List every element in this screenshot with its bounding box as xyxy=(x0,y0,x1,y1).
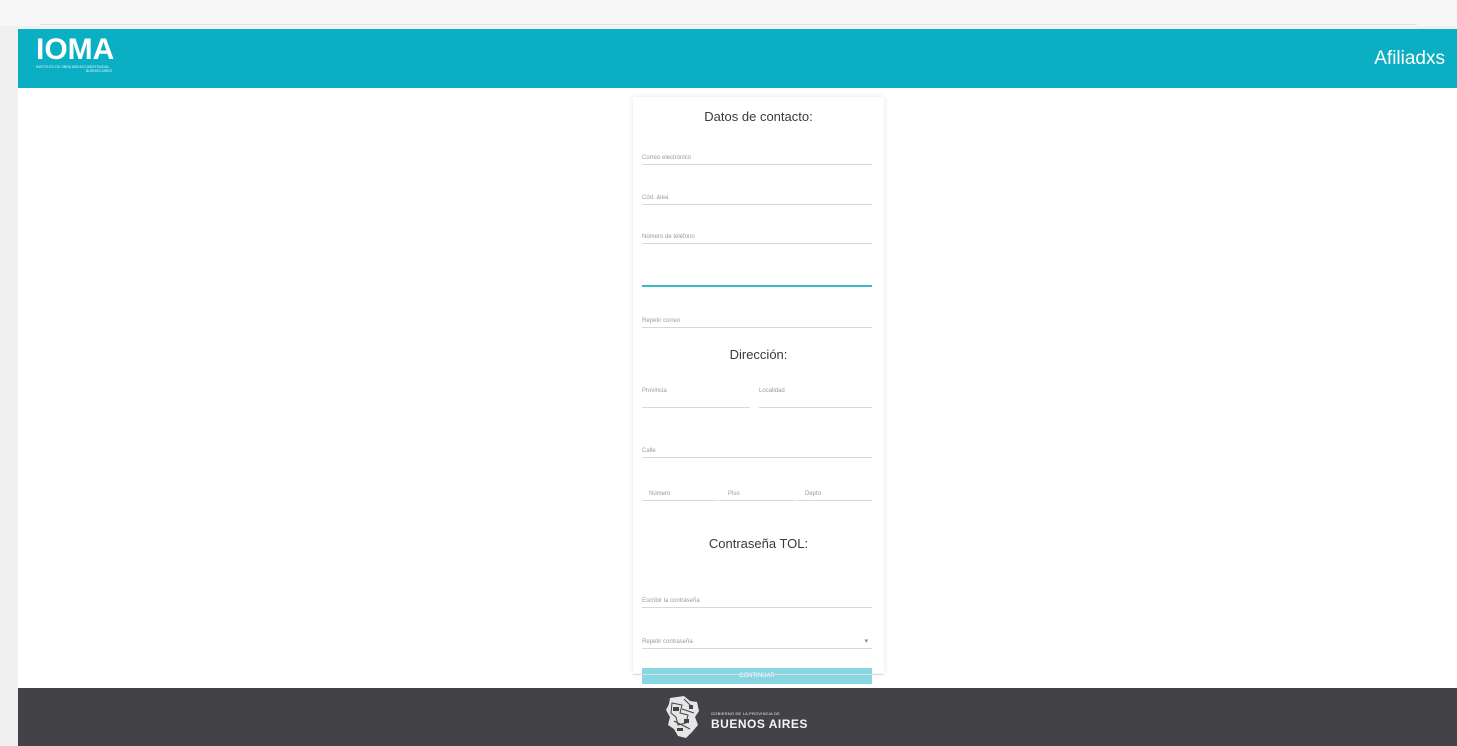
repeat-email-field-underline xyxy=(642,327,872,328)
password-section-title: Contraseña TOL: xyxy=(708,536,809,551)
province-select[interactable]: Provincia xyxy=(642,388,750,408)
locality-select[interactable]: Localidad xyxy=(759,388,872,408)
street-field-underline xyxy=(642,457,872,458)
header-bar: IOMA INSTITUTO DE OBRA MEDICO ASISTENCIA… xyxy=(18,29,1457,88)
floor-field-label: Piso xyxy=(728,491,740,497)
province-select-label: Provincia xyxy=(642,388,667,394)
floor-field-underline xyxy=(719,500,795,501)
password-field-underline xyxy=(642,607,872,608)
email-field-label: Correo electrónico xyxy=(642,155,692,161)
phone-number-field-underline xyxy=(642,243,872,244)
email-field[interactable]: Correo electrónico xyxy=(642,145,872,165)
street-field-label: Calle xyxy=(642,448,656,454)
repeat-email-field[interactable]: Repetir correo xyxy=(642,308,872,328)
browser-top-strip xyxy=(0,0,1457,26)
locality-select-underline xyxy=(759,407,872,408)
password-field-label: Escribir la contraseña xyxy=(642,598,700,604)
apartment-field-label: Depto xyxy=(805,491,822,497)
password-field[interactable]: Escribir la contraseña xyxy=(642,588,872,608)
focused-input-field[interactable] xyxy=(642,267,872,287)
floor-field[interactable]: Piso xyxy=(719,481,795,501)
repeat-password-field-underline xyxy=(642,648,872,649)
chevron-down-icon[interactable]: ▾ xyxy=(864,637,868,645)
street-number-field-underline xyxy=(642,500,718,501)
province-map-icon xyxy=(666,696,699,738)
street-number-field-label: Número xyxy=(649,491,671,497)
phone-number-field[interactable]: Número de teléfono xyxy=(642,224,872,244)
logo-subtitle-region: BUENOS AIRES xyxy=(85,69,112,73)
area-code-field[interactable]: Cód. área xyxy=(642,185,872,205)
address-section-title: Dirección: xyxy=(729,347,788,362)
email-field-underline xyxy=(642,164,872,165)
logo-wordmark: IOMA xyxy=(36,33,115,66)
apartment-field[interactable]: Depto xyxy=(796,481,872,501)
locality-select-label: Localidad xyxy=(759,388,785,394)
street-field[interactable]: Calle xyxy=(642,438,872,458)
repeat-email-field-label: Repetir correo xyxy=(642,318,681,324)
page: IOMA INSTITUTO DE OBRA MEDICO ASISTENCIA… xyxy=(18,29,1457,746)
apartment-field-underline xyxy=(796,500,872,501)
area-code-field-underline xyxy=(642,204,872,205)
footer-bar: GOBIERNO DE LA PROVINCIA DE BUENOS AIRES xyxy=(18,688,1457,746)
phone-number-field-label: Número de teléfono xyxy=(642,234,695,240)
header-title: Afiliadxs xyxy=(1374,48,1445,69)
province-select-underline xyxy=(642,407,750,408)
footer-province-name: BUENOS AIRES xyxy=(711,717,808,731)
registration-form: Datos de contacto: Correo electrónico Có… xyxy=(633,97,884,684)
focused-input-underline xyxy=(642,285,872,287)
repeat-password-field[interactable]: Repetir contraseña ▾ xyxy=(642,629,872,649)
ioma-logo[interactable]: IOMA INSTITUTO DE OBRA MEDICO ASISTENCIA… xyxy=(36,33,115,74)
footer-government-label: GOBIERNO DE LA PROVINCIA DE xyxy=(711,711,780,716)
contact-section-title: Datos de contacto: xyxy=(704,109,813,124)
card-divider xyxy=(633,674,884,675)
street-number-field[interactable]: Número xyxy=(642,481,718,501)
continue-button[interactable]: CONTINUAR xyxy=(642,668,872,684)
repeat-password-field-label: Repetir contraseña xyxy=(642,639,693,645)
area-code-field-label: Cód. área xyxy=(642,195,669,201)
